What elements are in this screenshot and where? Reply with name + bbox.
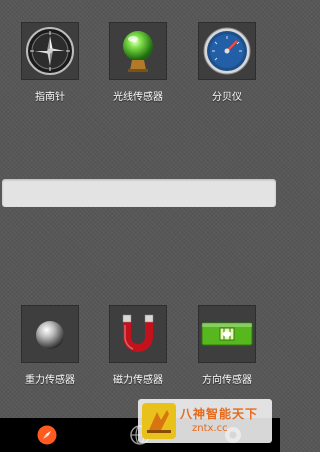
gravity-sensor-label: 重力传感器 bbox=[25, 375, 75, 386]
magnet-icon bbox=[122, 314, 154, 352]
green-orb-icon bbox=[123, 31, 153, 72]
nav-tab-compass[interactable] bbox=[0, 418, 93, 452]
light-sensor-icon-box bbox=[109, 22, 167, 80]
watermark-name: 八神智能天下 bbox=[180, 407, 259, 421]
decibel-meter-tile[interactable]: 分贝仪 bbox=[187, 22, 267, 103]
watermark-url: zntx.cc bbox=[192, 423, 228, 434]
orientation-sensor-label: 方向传感器 bbox=[202, 375, 252, 386]
level-bubble-icon bbox=[201, 322, 253, 346]
magnetic-sensor-tile[interactable]: 磁力传感器 bbox=[98, 305, 178, 386]
magnetic-icon-box bbox=[109, 305, 167, 363]
decibel-label: 分贝仪 bbox=[212, 92, 242, 103]
watermark: 八神智能天下 zntx.cc bbox=[138, 399, 272, 443]
compass-label: 指南针 bbox=[35, 92, 65, 103]
gravity-sensor-tile[interactable]: 重力传感器 bbox=[10, 305, 90, 386]
light-strip bbox=[2, 179, 276, 207]
magnetic-sensor-label: 磁力传感器 bbox=[113, 375, 163, 386]
orientation-icon-box bbox=[198, 305, 256, 363]
watermark-logo-icon bbox=[142, 403, 176, 439]
compass-icon-box bbox=[21, 22, 79, 80]
steel-ball-icon bbox=[36, 321, 64, 349]
decibel-gauge-icon bbox=[203, 27, 251, 75]
orientation-sensor-tile[interactable]: 方向传感器 bbox=[187, 305, 267, 386]
decibel-icon-box bbox=[198, 22, 256, 80]
compass-tile[interactable]: 指南针 bbox=[10, 22, 90, 103]
light-sensor-tile[interactable]: 光线传感器 bbox=[98, 22, 178, 103]
compass-nav-icon bbox=[37, 425, 57, 445]
gravity-icon-box bbox=[21, 305, 79, 363]
compass-icon bbox=[26, 27, 74, 75]
light-sensor-label: 光线传感器 bbox=[113, 92, 163, 103]
